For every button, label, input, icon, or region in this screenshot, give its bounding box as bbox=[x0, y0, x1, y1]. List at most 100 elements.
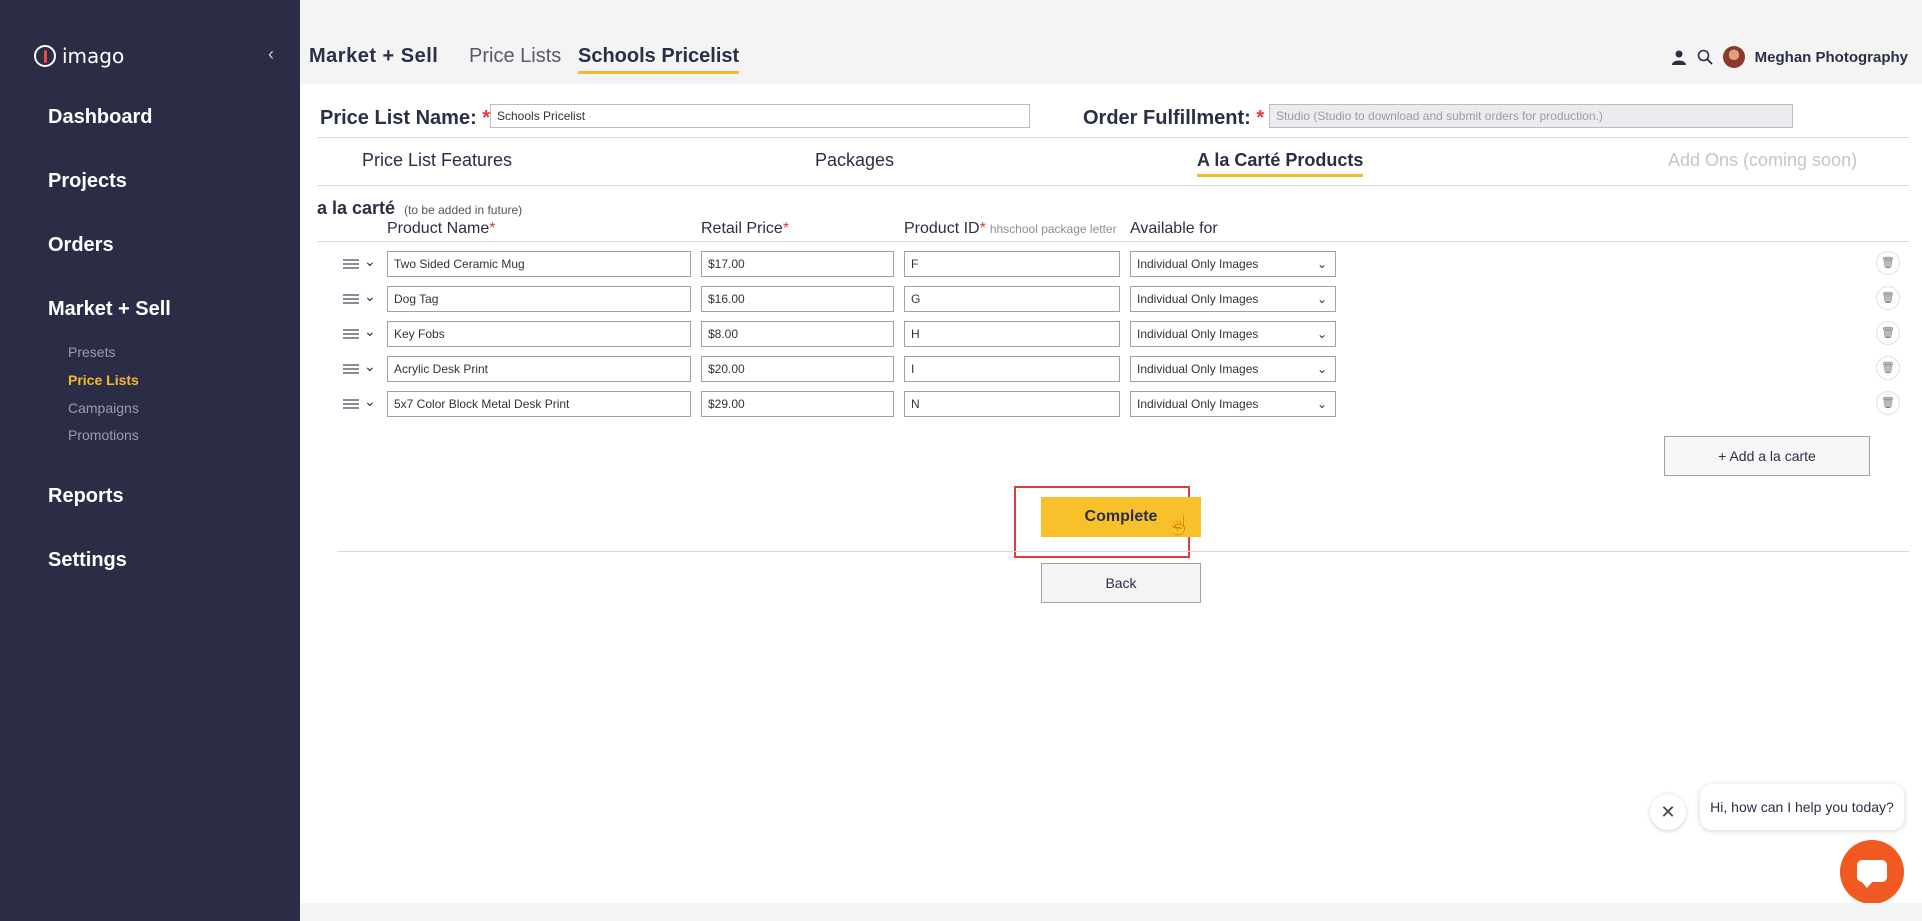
chevron-down-icon[interactable]: ⌄ bbox=[364, 253, 376, 270]
divider bbox=[317, 137, 1909, 138]
tab-add-ons: Add Ons (coming soon) bbox=[1668, 150, 1858, 170]
trash-icon[interactable]: 🗑 bbox=[1876, 321, 1900, 345]
available-for-value: Individual Only Images bbox=[1137, 397, 1259, 411]
drag-handle-icon[interactable] bbox=[343, 294, 359, 304]
column-header-product-id-text: Product ID bbox=[904, 220, 980, 237]
sidebar: imago ‹ Dashboard Projects Orders Market… bbox=[0, 0, 300, 921]
available-for-select[interactable]: Individual Only Images ⌄ bbox=[1130, 356, 1336, 382]
breadcrumb-price-lists[interactable]: Price Lists bbox=[469, 45, 561, 68]
sidebar-item-settings[interactable]: Settings bbox=[48, 549, 127, 572]
available-for-value: Individual Only Images bbox=[1137, 292, 1259, 306]
section-title: a la carté (to be added in future) bbox=[317, 198, 522, 219]
top-bar: Market + Sell Price Lists Schools Pricel… bbox=[300, 0, 1922, 84]
available-for-select[interactable]: Individual Only Images ⌄ bbox=[1130, 321, 1336, 347]
sidebar-item-market-sell[interactable]: Market + Sell bbox=[48, 298, 171, 321]
drag-handle-icon[interactable] bbox=[343, 364, 359, 374]
breadcrumb-underline bbox=[578, 71, 740, 74]
chevron-down-icon[interactable]: ⌄ bbox=[364, 288, 376, 305]
available-for-select[interactable]: Individual Only Images ⌄ bbox=[1130, 391, 1336, 417]
trash-icon[interactable]: 🗑 bbox=[1876, 356, 1900, 380]
search-icon[interactable] bbox=[1697, 49, 1713, 65]
product-name-input[interactable]: Dog Tag bbox=[387, 286, 691, 312]
product-name-input[interactable]: Key Fobs bbox=[387, 321, 691, 347]
trash-icon[interactable]: 🗑 bbox=[1876, 286, 1900, 310]
required-asterisk: * bbox=[489, 220, 496, 237]
avatar[interactable] bbox=[1722, 46, 1745, 68]
breadcrumb-schools-pricelist[interactable]: Schools Pricelist bbox=[578, 45, 740, 74]
section-note: (to be added in future) bbox=[404, 203, 523, 217]
add-a-la-carte-button[interactable]: + Add a la carte bbox=[1664, 436, 1870, 476]
trash-icon[interactable]: 🗑 bbox=[1876, 391, 1900, 415]
sidebar-subitem-promotions[interactable]: Promotions bbox=[68, 427, 139, 443]
chevron-down-icon[interactable]: ⌄ bbox=[364, 393, 376, 410]
chevron-down-icon[interactable]: ⌄ bbox=[364, 323, 376, 340]
chevron-down-icon: ⌄ bbox=[1316, 327, 1327, 341]
drag-handle-icon[interactable] bbox=[343, 399, 359, 409]
available-for-select[interactable]: Individual Only Images ⌄ bbox=[1130, 251, 1336, 277]
user-name[interactable]: Meghan Photography bbox=[1755, 49, 1908, 66]
sidebar-item-orders[interactable]: Orders bbox=[48, 234, 114, 257]
chat-greeting[interactable]: Hi, how can I help you today? bbox=[1700, 784, 1904, 830]
chat-launcher-button[interactable] bbox=[1840, 840, 1904, 904]
sidebar-subitem-presets[interactable]: Presets bbox=[68, 344, 115, 360]
sidebar-item-reports[interactable]: Reports bbox=[48, 485, 124, 508]
drag-handle-icon[interactable] bbox=[343, 329, 359, 339]
imago-logo-icon bbox=[34, 45, 56, 67]
chevron-down-icon: ⌄ bbox=[1316, 397, 1327, 411]
price-list-name-label: Price List Name: * bbox=[320, 107, 490, 130]
price-list-name-label-text: Price List Name: bbox=[320, 107, 477, 129]
product-name-input[interactable]: Acrylic Desk Print bbox=[387, 356, 691, 382]
price-list-name-input[interactable]: Schools Pricelist bbox=[490, 104, 1030, 128]
logo-text: imago bbox=[62, 44, 125, 68]
retail-price-input[interactable]: $29.00 bbox=[701, 391, 894, 417]
retail-price-input[interactable]: $17.00 bbox=[701, 251, 894, 277]
required-asterisk: * bbox=[1256, 107, 1265, 129]
tab-active-underline bbox=[1197, 174, 1364, 177]
retail-price-input[interactable]: $16.00 bbox=[701, 286, 894, 312]
product-id-input[interactable]: G bbox=[904, 286, 1120, 312]
user-icon[interactable] bbox=[1671, 49, 1687, 65]
product-id-input[interactable]: I bbox=[904, 356, 1120, 382]
order-fulfillment-label: Order Fulfillment: * bbox=[1083, 107, 1264, 130]
tab-a-la-carte-label: A la Carté Products bbox=[1197, 150, 1364, 170]
retail-price-input[interactable]: $20.00 bbox=[701, 356, 894, 382]
chevron-down-icon: ⌄ bbox=[1316, 362, 1327, 376]
column-header-product-id: Product ID* hhschool package letter bbox=[904, 220, 1117, 238]
table-row: ⌄ 5x7 Color Block Metal Desk Print $29.0… bbox=[300, 391, 1922, 419]
tab-price-list-features[interactable]: Price List Features bbox=[362, 150, 512, 171]
bottom-strip bbox=[300, 903, 1922, 921]
breadcrumb-market-sell[interactable]: Market + Sell bbox=[309, 45, 438, 68]
section-title-text: a la carté bbox=[317, 198, 396, 218]
back-button[interactable]: Back bbox=[1041, 563, 1201, 603]
available-for-select[interactable]: Individual Only Images ⌄ bbox=[1130, 286, 1336, 312]
imago-logo[interactable]: imago bbox=[34, 44, 124, 68]
product-name-input[interactable]: 5x7 Color Block Metal Desk Print bbox=[387, 391, 691, 417]
product-id-input[interactable]: F bbox=[904, 251, 1120, 277]
divider bbox=[317, 241, 1909, 242]
chevron-left-icon[interactable]: ‹ bbox=[268, 44, 274, 65]
tab-packages[interactable]: Packages bbox=[815, 150, 894, 171]
sidebar-item-dashboard[interactable]: Dashboard bbox=[48, 106, 152, 129]
chevron-down-icon: ⌄ bbox=[1316, 292, 1327, 306]
sidebar-subitem-campaigns[interactable]: Campaigns bbox=[68, 400, 139, 416]
sidebar-subitem-price-lists[interactable]: Price Lists bbox=[68, 372, 139, 388]
product-id-input[interactable]: H bbox=[904, 321, 1120, 347]
required-asterisk: * bbox=[979, 220, 986, 237]
tab-a-la-carte-products[interactable]: A la Carté Products bbox=[1197, 150, 1364, 177]
close-icon[interactable]: ✕ bbox=[1650, 794, 1686, 830]
trash-icon[interactable]: 🗑 bbox=[1876, 251, 1900, 275]
retail-price-input[interactable]: $8.00 bbox=[701, 321, 894, 347]
product-name-input[interactable]: Two Sided Ceramic Mug bbox=[387, 251, 691, 277]
table-row: ⌄ Key Fobs $8.00 H Individual Only Image… bbox=[300, 321, 1922, 349]
drag-handle-icon[interactable] bbox=[343, 259, 359, 269]
product-id-input[interactable]: N bbox=[904, 391, 1120, 417]
column-header-retail-price-text: Retail Price bbox=[701, 220, 783, 237]
column-header-product-name: Product Name* bbox=[387, 220, 496, 238]
order-fulfillment-label-text: Order Fulfillment: bbox=[1083, 107, 1251, 129]
sidebar-item-projects[interactable]: Projects bbox=[48, 170, 127, 193]
main-content: Market + Sell Price Lists Schools Pricel… bbox=[300, 0, 1922, 921]
divider bbox=[337, 551, 1909, 552]
column-header-product-name-text: Product Name bbox=[387, 220, 490, 237]
table-row: ⌄ Dog Tag $16.00 G Individual Only Image… bbox=[300, 286, 1922, 314]
chevron-down-icon[interactable]: ⌄ bbox=[364, 358, 376, 375]
